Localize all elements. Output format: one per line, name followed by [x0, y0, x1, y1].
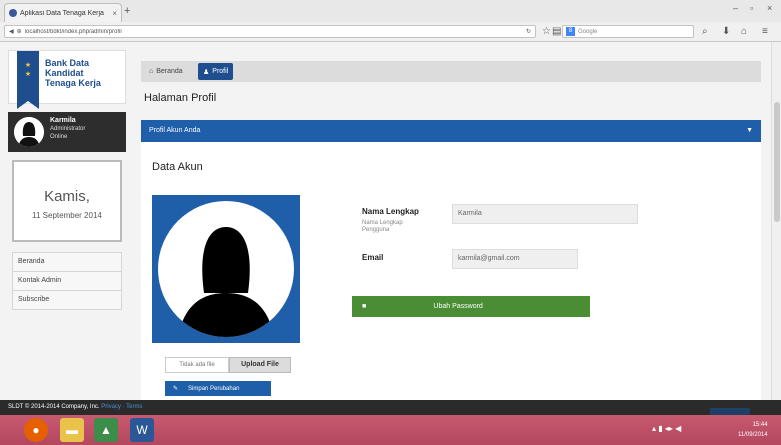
system-tray[interactable]: ▴ ▮ ◂▸ ◀ — [652, 424, 681, 433]
word-icon[interactable]: W — [130, 418, 154, 442]
browser-navbar: ◀ ⊕ localhost/bdkt/index.php/admin/profi… — [0, 22, 781, 42]
tab-beranda[interactable]: ⌂ Beranda — [144, 63, 188, 80]
browser-tab[interactable]: Aplikasi Data Tenaga Kerja × — [4, 3, 122, 22]
url-text: localhost/bdkt/index.php/admin/profil — [24, 28, 122, 35]
sidebar-menu: Beranda Kontak Admin Subscribe — [12, 252, 122, 310]
search-icon[interactable]: ⌕ — [702, 26, 708, 37]
scrollbar-thumb[interactable] — [774, 102, 780, 222]
page-title: Halaman Profil — [144, 92, 217, 104]
vertical-scrollbar[interactable] — [771, 42, 781, 400]
back-arrow-icon[interactable]: ◀ — [9, 28, 14, 35]
home-icon: ⌂ — [149, 68, 154, 75]
email-label: Email — [362, 253, 384, 262]
pencil-icon: ✎ — [173, 386, 179, 392]
copyright-text: SLDT © 2014-2014 Company, Inc. — [8, 404, 100, 410]
user-role: Administrator — [50, 126, 86, 132]
file-name-field[interactable]: Tidak ada file — [165, 357, 229, 373]
sidebar-item-kontak-admin[interactable]: Kontak Admin — [12, 272, 122, 291]
home-icon[interactable]: ⌂ — [741, 26, 747, 37]
browser-titlebar: Aplikasi Data Tenaga Kerja × + – ▫ × — [0, 0, 781, 22]
brand-logo[interactable]: ★ ★ Bank Data Kandidat Tenaga Kerja — [8, 50, 126, 109]
user-icon: ♟ — [203, 68, 210, 76]
search-bar[interactable]: 8 Google — [562, 25, 694, 38]
breadcrumb-tabs: ⌂ Beranda ♟ Profil — [141, 61, 761, 82]
reload-icon[interactable]: ↻ — [526, 28, 531, 35]
full-date: 11 September 2014 — [32, 211, 102, 220]
minimize-button[interactable]: – — [733, 3, 738, 13]
new-tab-button[interactable]: + — [124, 6, 130, 17]
folder-icon[interactable]: ▬ — [60, 418, 84, 442]
name-field[interactable]: Karmila — [452, 204, 638, 224]
tab-profil[interactable]: ♟ Profil — [198, 63, 234, 80]
maximize-button[interactable]: ▫ — [750, 3, 753, 13]
tab-close-icon[interactable]: × — [112, 9, 117, 18]
terms-link[interactable]: Terms — [126, 404, 142, 410]
profile-photo — [152, 195, 300, 343]
date-widget: Kamis, 11 September 2014 — [12, 160, 122, 242]
name-label: Nama Lengkap — [362, 207, 419, 216]
tab-title: Aplikasi Data Tenaga Kerja — [20, 9, 104, 17]
chevron-down-icon[interactable]: ▼ — [746, 120, 753, 142]
user-name: Karmila — [50, 117, 76, 124]
os-taskbar: ● ▬ ▲ W ▴ ▮ ◂▸ ◀ 15:44 11/09/2014 — [0, 415, 781, 445]
change-password-button[interactable]: ■ Ubah Password — [352, 296, 590, 317]
day-name: Kamis, — [44, 188, 90, 205]
save-photo-button[interactable]: ✎ Simpan Perubahan — [165, 381, 271, 396]
close-window-button[interactable]: × — [767, 3, 772, 13]
email-field[interactable]: karmila@gmail.com — [452, 249, 578, 269]
bookmark-star-icon[interactable]: ☆ — [542, 26, 551, 37]
google-icon: 8 — [566, 27, 575, 36]
tab-favicon-icon — [9, 9, 17, 17]
ribbon-icon: ★ ★ — [17, 51, 39, 109]
page-footer: SLDT © 2014-2014 Company, Inc. Privacy ·… — [0, 400, 781, 415]
site-info-icon[interactable]: ⊕ — [17, 28, 22, 35]
clock[interactable]: 15:44 11/09/2014 — [738, 420, 768, 440]
upload-file-button[interactable]: Upload File — [229, 357, 291, 373]
sidebar-item-beranda[interactable]: Beranda — [12, 252, 122, 272]
panel-header[interactable]: Profil Akun Anda ▼ — [141, 120, 761, 142]
user-panel: Karmila Administrator Online — [8, 112, 126, 152]
search-placeholder: Google — [578, 28, 598, 35]
avatar — [14, 117, 44, 147]
section-title: Data Akun — [152, 161, 203, 173]
upload-row: Tidak ada file Upload File — [165, 357, 291, 373]
download-icon[interactable]: ⬇ — [722, 26, 730, 37]
image-icon[interactable]: ▲ — [94, 418, 118, 442]
brand-name: Bank Data Kandidat Tenaga Kerja — [45, 58, 101, 88]
footer-separator: · — [122, 404, 125, 410]
sidebar-item-subscribe[interactable]: Subscribe — [12, 291, 122, 310]
menu-icon[interactable]: ≡ — [762, 26, 768, 37]
name-sublabel: Nama Lengkap Pengguna — [362, 220, 403, 233]
privacy-link[interactable]: Privacy — [101, 404, 121, 410]
bookmarks-list-icon[interactable]: ▤ — [552, 26, 561, 37]
address-bar[interactable]: ◀ ⊕ localhost/bdkt/index.php/admin/profi… — [4, 25, 536, 38]
user-status: Online — [50, 134, 68, 140]
firefox-icon[interactable]: ● — [24, 418, 48, 442]
user-info: Karmila Administrator Online — [50, 117, 85, 141]
